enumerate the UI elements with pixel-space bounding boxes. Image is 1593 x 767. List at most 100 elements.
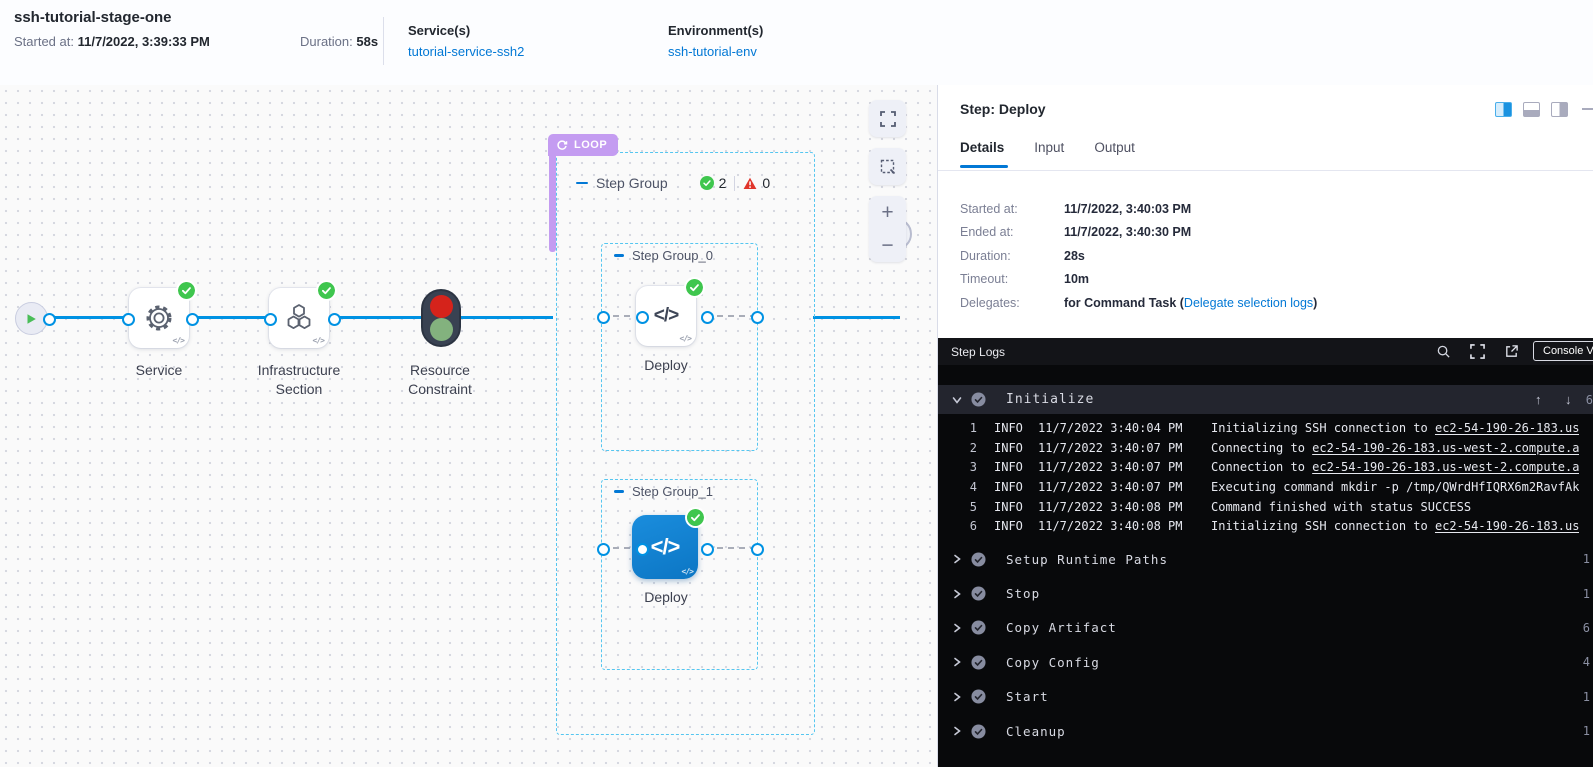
canvas-fullscreen-button[interactable]	[869, 100, 906, 137]
section-line-count: 6	[1583, 621, 1590, 635]
step-group-1-header[interactable]: Step Group_1	[614, 484, 713, 499]
canvas-select-button[interactable]	[869, 148, 906, 185]
detail-row: Timeout: 10m	[960, 268, 1317, 292]
log-host-link[interactable]: ec2-54-190-26-183.us	[1435, 421, 1580, 435]
step-group-header[interactable]: Step Group 2 0	[576, 175, 770, 191]
collapse-icon[interactable]	[576, 182, 588, 185]
hexagons-icon	[282, 302, 316, 334]
log-section-start[interactable]: Start 1	[938, 680, 1593, 714]
node-infrastructure[interactable]: </>	[269, 288, 329, 348]
edge	[333, 316, 421, 319]
environment-link[interactable]: ssh-tutorial-env	[668, 44, 763, 59]
port[interactable]	[751, 311, 764, 324]
port[interactable]	[701, 543, 714, 556]
log-host-link[interactable]: ec2-54-190-26-183.us-west-2.compute.a	[1312, 460, 1579, 474]
log-section-cleanup[interactable]: Cleanup 1	[938, 714, 1593, 748]
logs-fullscreen-icon[interactable]	[1470, 344, 1485, 359]
zoom-out-button[interactable]: −	[881, 235, 893, 256]
log-message: Connecting to ec2-54-190-26-183.us-west-…	[1211, 441, 1579, 455]
section-name: Initialize	[1006, 392, 1094, 407]
log-timestamp: 11/7/2022 3:40:07 PM	[1038, 460, 1198, 474]
tab-details[interactable]: Details	[960, 140, 1004, 155]
detail-value: 10m	[1064, 272, 1089, 286]
scroll-down-icon[interactable]: ↓	[1565, 392, 1572, 407]
environments-block: Environment(s) ssh-tutorial-env	[668, 23, 763, 59]
details-list: Started at: 11/7/2022, 3:40:03 PM Ended …	[960, 197, 1317, 315]
zoom-in-button[interactable]: +	[881, 202, 893, 223]
node-label-infrastructure: Infrastructure Section	[237, 361, 361, 399]
log-message-text: Command finished with status SUCCESS	[1211, 500, 1471, 514]
log-section-copy-artifact[interactable]: Copy Artifact 6	[938, 611, 1593, 645]
log-level: INFO	[994, 519, 1038, 533]
node-label-resource-constraint: Resource Constraint	[378, 361, 502, 399]
search-icon[interactable]	[1436, 344, 1451, 359]
scroll-up-icon[interactable]: ↑	[1535, 392, 1542, 407]
log-host-link[interactable]: ec2-54-190-26-183.us-west-2.compute.a	[1312, 441, 1579, 455]
console-view-button[interactable]: Console View	[1533, 341, 1593, 361]
step-group-0-header[interactable]: Step Group_0	[614, 248, 713, 263]
loop-badge[interactable]: LOOP	[548, 134, 618, 156]
log-line-number: 4	[952, 480, 977, 494]
duration-value: 58s	[356, 34, 378, 49]
port[interactable]	[122, 313, 135, 326]
section-success-icon	[971, 552, 986, 567]
tab-output[interactable]: Output	[1094, 140, 1135, 155]
section-success-icon	[971, 689, 986, 704]
collapse-icon[interactable]	[614, 490, 624, 493]
section-line-count: 6	[1586, 393, 1593, 407]
port[interactable]	[264, 313, 277, 326]
green-light-icon	[430, 318, 453, 341]
detail-label: Duration:	[960, 249, 1064, 263]
port[interactable]	[636, 311, 649, 324]
step-group-0-box[interactable]	[601, 243, 758, 451]
tab-input[interactable]: Input	[1034, 140, 1064, 155]
log-message: Executing command mkdir -p /tmp/QWrdHfIQ…	[1211, 480, 1579, 494]
collapse-icon[interactable]	[614, 254, 624, 257]
open-in-new-tab-icon[interactable]	[1504, 344, 1519, 359]
node-service[interactable]: </>	[129, 288, 189, 348]
failed-count: 0	[762, 175, 770, 191]
edge	[813, 316, 900, 319]
section-line-count: 1	[1583, 690, 1590, 704]
code-glyph: </>	[173, 336, 184, 345]
port[interactable]	[701, 311, 714, 324]
stage-title: ssh-tutorial-stage-one	[14, 9, 172, 26]
pipeline-canvas[interactable]: </> Service </> Infrastructure Section R…	[0, 85, 937, 767]
port[interactable]	[751, 543, 764, 556]
log-section-setup-runtime-paths[interactable]: Setup Runtime Paths 1	[938, 542, 1593, 576]
success-badge-icon	[318, 282, 335, 299]
canvas-zoom-controls[interactable]: + −	[869, 196, 906, 262]
section-success-icon	[971, 392, 986, 407]
node-resource-constraint[interactable]	[421, 289, 461, 347]
delegate-selection-logs-link[interactable]: Delegate selection logs	[1184, 296, 1313, 310]
layout-split-right-icon[interactable]	[1495, 102, 1512, 117]
play-icon	[26, 313, 37, 325]
port[interactable]	[597, 311, 610, 324]
service-link[interactable]: tutorial-service-ssh2	[408, 44, 524, 59]
code-glyph: </>	[313, 336, 324, 345]
log-host-link[interactable]: ec2-54-190-26-183.us	[1435, 519, 1580, 533]
section-name: Stop	[1006, 586, 1040, 601]
header-divider	[383, 17, 384, 65]
port[interactable]	[328, 313, 341, 326]
section-success-icon	[971, 724, 986, 739]
code-step-icon: </>	[654, 305, 678, 327]
port[interactable]	[186, 313, 199, 326]
port[interactable]	[636, 543, 649, 556]
port[interactable]	[597, 543, 610, 556]
loop-badge-label: LOOP	[574, 139, 607, 151]
log-section-stop[interactable]: Stop 1	[938, 576, 1593, 610]
layout-bottom-icon[interactable]	[1523, 102, 1540, 117]
gear-icon	[141, 300, 177, 336]
log-line-number: 3	[952, 460, 977, 474]
log-message-text: Initializing SSH connection to	[1211, 421, 1435, 435]
detail-label: Timeout:	[960, 272, 1064, 286]
log-message: Command finished with status SUCCESS	[1211, 500, 1471, 514]
layout-right-icon[interactable]	[1551, 102, 1568, 117]
log-section-copy-config[interactable]: Copy Config 4	[938, 645, 1593, 679]
log-section-initialize[interactable]: Initialize ↑ ↓ 6	[938, 385, 1593, 414]
console-header: Step Logs Console View	[938, 338, 1593, 365]
port[interactable]	[43, 313, 56, 326]
minimize-icon[interactable]	[1582, 108, 1593, 110]
step-group-0-label: Step Group_0	[632, 248, 713, 263]
